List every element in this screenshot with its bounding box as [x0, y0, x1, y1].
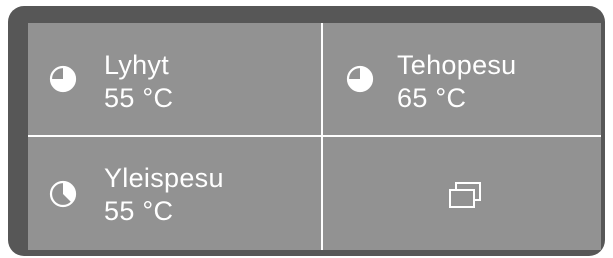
program-name: Lyhyt: [104, 50, 170, 80]
program-grid: Lyhyt 55 °C Tehopesu 65 °C Yleispesu 55 …: [28, 23, 601, 250]
program-temperature: 65 °C: [397, 83, 467, 113]
more-programs-button[interactable]: [323, 137, 601, 250]
display-frame: Lyhyt 55 °C Tehopesu 65 °C Yleispesu 55 …: [8, 6, 605, 256]
pie-five-eighths-icon: [48, 179, 78, 209]
pie-three-quarter-icon: [48, 64, 78, 94]
program-tile-tehopesu[interactable]: Tehopesu 65 °C: [323, 23, 601, 135]
pie-three-quarter-icon: [345, 64, 375, 94]
program-temperature: 55 °C: [104, 83, 174, 113]
stacked-windows-icon: [448, 181, 482, 209]
program-name: Yleispesu: [104, 163, 224, 193]
grid-divider-horizontal: [28, 135, 601, 137]
program-temperature: 55 °C: [104, 196, 174, 226]
program-name: Tehopesu: [397, 50, 517, 80]
program-tile-yleispesu[interactable]: Yleispesu 55 °C: [28, 137, 321, 250]
program-tile-lyhyt[interactable]: Lyhyt 55 °C: [28, 23, 321, 135]
